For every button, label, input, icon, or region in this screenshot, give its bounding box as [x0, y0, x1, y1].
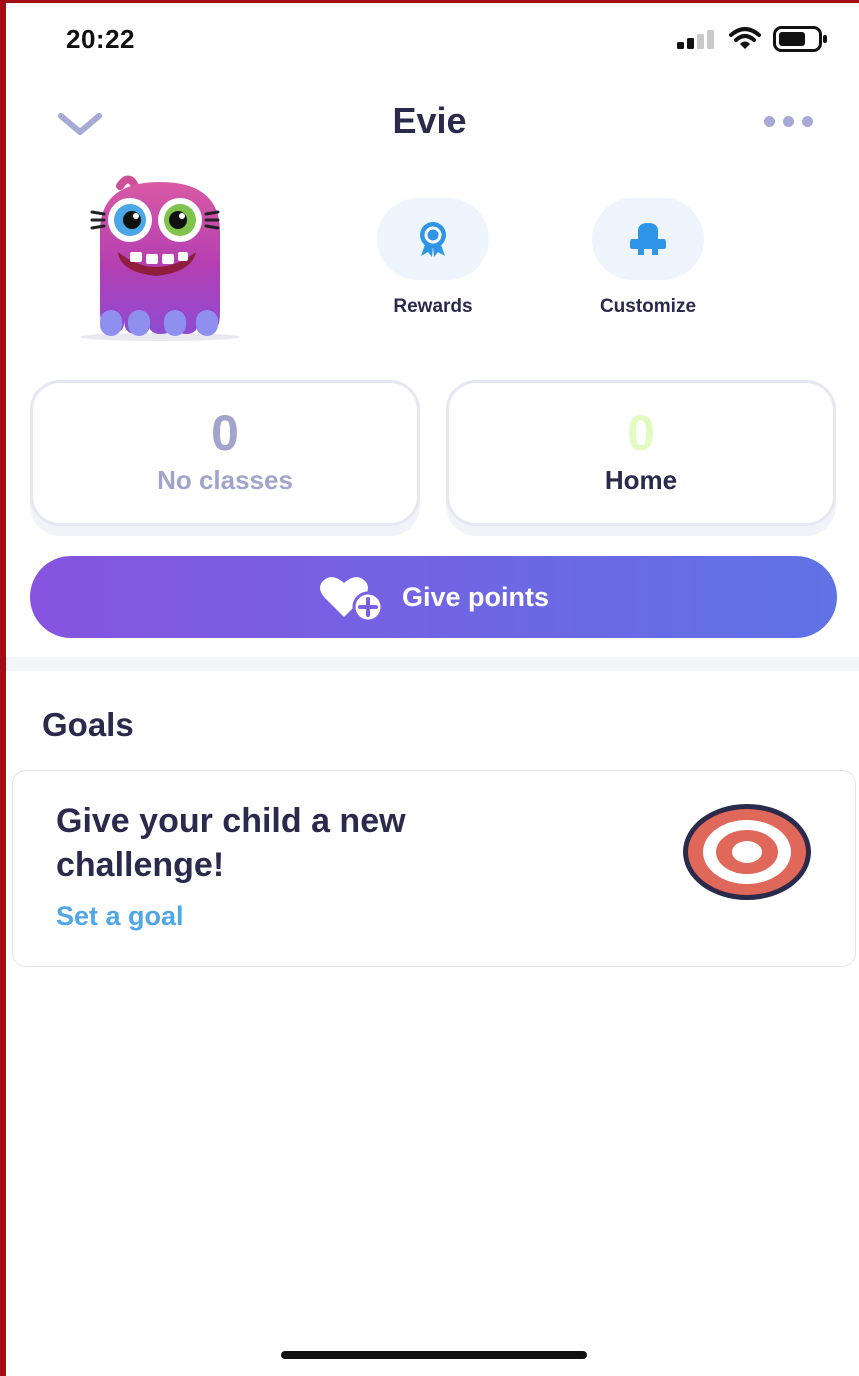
avatar	[80, 175, 240, 341]
more-icon[interactable]	[764, 116, 813, 127]
home-points: 0	[627, 405, 655, 461]
target-icon	[683, 804, 811, 900]
rewards-button[interactable]: Rewards	[373, 198, 493, 318]
rewards-label: Rewards	[393, 296, 473, 317]
classes-card[interactable]: 0 No classes	[30, 380, 420, 526]
battery-icon	[773, 26, 827, 52]
more-dot	[764, 116, 775, 127]
goal-card-title: Give your child a new challenge!	[56, 802, 406, 884]
home-label: Home	[604, 465, 678, 495]
page-title: Evie	[392, 100, 467, 141]
status-icons	[677, 26, 829, 52]
signal-icon	[677, 30, 714, 49]
give-points-label: Give points	[401, 581, 550, 612]
classes-points: 0	[211, 405, 239, 461]
set-goal-link[interactable]: Set a goal	[56, 901, 184, 932]
heart-plus-icon	[319, 577, 384, 621]
frame-edge-top	[0, 0, 859, 3]
frame-edge	[0, 0, 6, 1376]
wifi-icon	[729, 27, 761, 49]
give-points-button[interactable]: Give points	[30, 556, 837, 638]
classes-label: No classes	[157, 465, 293, 495]
rewards-icon-bg	[377, 198, 489, 280]
home-indicator	[281, 1351, 587, 1359]
status-time: 20:22	[66, 24, 135, 54]
rewards-icon	[420, 222, 446, 257]
more-dot	[783, 116, 794, 127]
customize-icon-bg	[592, 198, 704, 280]
home-card[interactable]: 0 Home	[446, 380, 836, 526]
more-dot	[802, 116, 813, 127]
customize-button[interactable]: Customize	[588, 198, 708, 318]
customize-icon	[630, 223, 666, 255]
goals-heading: Goals	[42, 706, 134, 743]
goal-card[interactable]: Give your child a new challenge! Set a g…	[12, 770, 856, 967]
customize-label: Customize	[599, 296, 697, 317]
section-divider	[6, 657, 859, 671]
